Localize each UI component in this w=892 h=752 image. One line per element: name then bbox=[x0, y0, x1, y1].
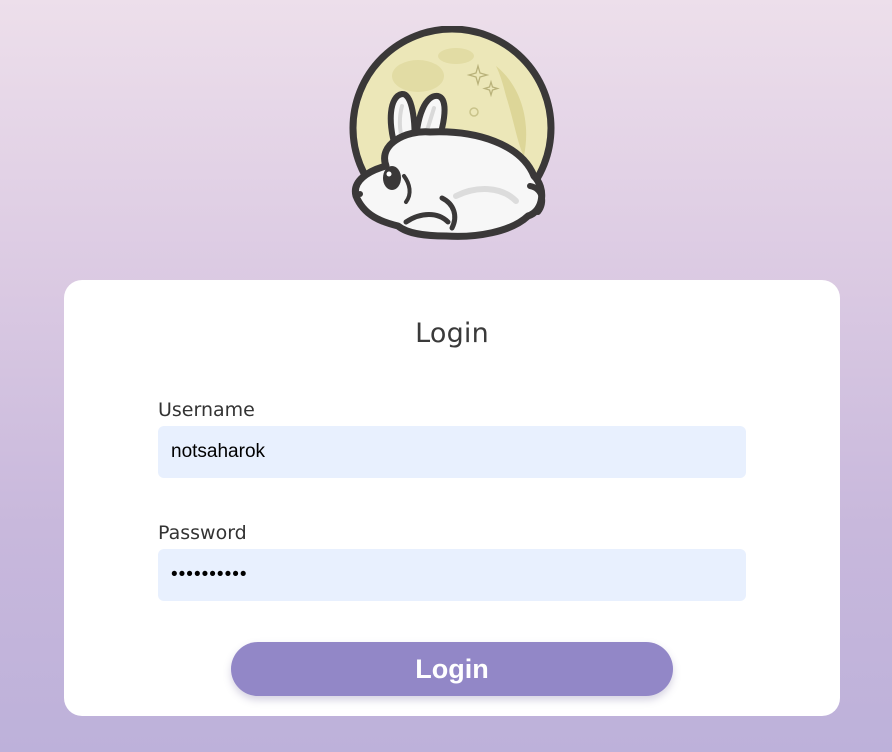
password-label: Password bbox=[158, 522, 247, 544]
moon-rabbit-logo bbox=[346, 26, 558, 244]
username-input[interactable] bbox=[158, 426, 746, 478]
login-button[interactable]: Login bbox=[231, 642, 673, 696]
moon-rabbit-icon bbox=[349, 26, 555, 240]
login-card: Login Username Password Login bbox=[64, 280, 840, 716]
password-input[interactable] bbox=[158, 549, 746, 601]
username-label: Username bbox=[158, 399, 255, 421]
login-title: Login bbox=[415, 318, 489, 349]
